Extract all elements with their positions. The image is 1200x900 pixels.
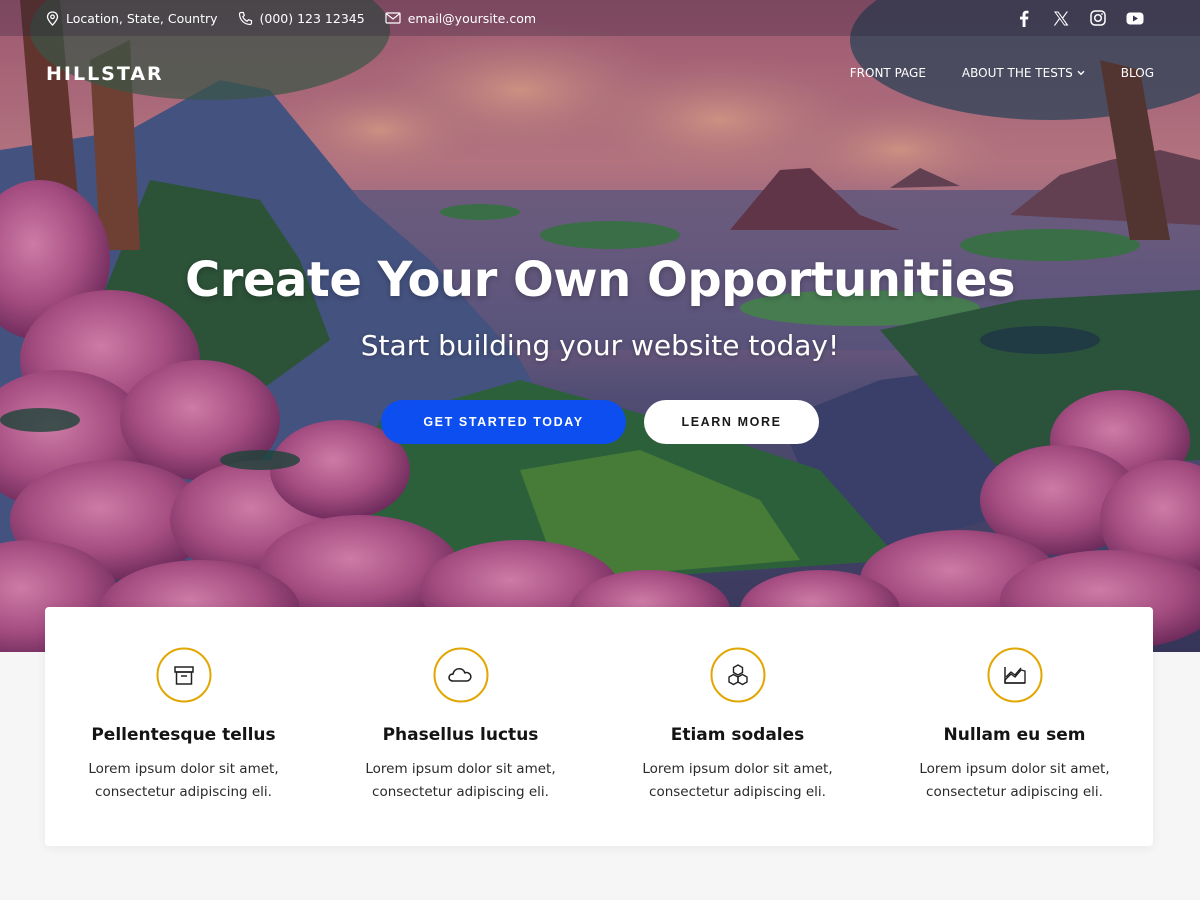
email-item[interactable]: email@yoursite.com [385,11,536,26]
hero-cta-group: GET STARTED TODAY LEARN MORE [0,400,1200,444]
email-text[interactable]: email@yoursite.com [408,11,536,26]
hero-subtitle: Start building your website today! [360,329,840,362]
feature-icon-ring [710,647,766,703]
phone-item[interactable]: (000) 123 12345 [238,11,365,26]
hero-section: Location, State, Country (000) 123 12345… [0,0,1200,652]
feature-icon-ring [156,647,212,703]
feature-description: Lorem ipsum dolor sit amet, consectetur … [361,758,561,804]
instagram-icon[interactable] [1089,9,1107,27]
feature-description: Lorem ipsum dolor sit amet, consectetur … [638,758,838,804]
feature-description-line: consectetur adipiscing eli. [649,784,826,800]
phone-icon [238,11,252,25]
nav-item-label: BLOG [1120,66,1154,80]
chart-icon [987,647,1042,703]
nav-item-front-page[interactable]: FRONT PAGE [850,66,926,80]
location-item: Location, State, Country [46,11,218,26]
top-info-bar: Location, State, Country (000) 123 12345… [0,0,1200,36]
nav-item-about-the-tests[interactable]: ABOUT THE TESTS [962,66,1085,80]
feature-description: Lorem ipsum dolor sit amet, consectetur … [915,758,1115,804]
learn-more-button[interactable]: LEARN MORE [644,400,819,444]
youtube-icon[interactable] [1126,9,1144,27]
feature-description-line: consectetur adipiscing eli. [926,784,1103,800]
feature-title: Etiam sodales [670,725,805,745]
chevron-down-icon [1077,70,1085,76]
map-pin-icon [46,10,59,26]
location-text: Location, State, Country [66,10,218,26]
feature-description-line: Lorem ipsum dolor sit amet, [642,761,833,777]
feature-description: Lorem ipsum dolor sit amet, consectetur … [84,758,284,804]
feature-description-line: consectetur adipiscing eli. [95,784,272,800]
cubes-icon [710,647,765,703]
x-icon[interactable] [1052,9,1070,27]
social-links [1015,0,1144,36]
feature-title: Pellentesque tellus [91,725,276,745]
feature-item: Phasellus luctus Lorem ipsum dolor sit a… [322,607,599,846]
features-card: Pellentesque tellus Lorem ipsum dolor si… [45,607,1153,846]
feature-description-line: consectetur adipiscing eli. [372,784,549,800]
phone-text[interactable]: (000) 123 12345 [260,11,365,26]
feature-description-line: Lorem ipsum dolor sit amet, [919,761,1110,777]
feature-icon-ring [433,647,489,703]
main-header: HILLSTAR FRONT PAGE ABOUT THE TESTS BLOG [0,36,1200,116]
site-logo[interactable]: HILLSTAR [46,63,164,85]
nav-item-blog[interactable]: BLOG [1121,66,1154,80]
get-started-button[interactable]: GET STARTED TODAY [381,400,626,444]
feature-description-line: Lorem ipsum dolor sit amet, [365,761,556,777]
feature-icon-ring [987,647,1043,703]
feature-title: Phasellus luctus [382,725,539,745]
contact-info: Location, State, Country (000) 123 12345… [46,0,556,36]
nav-item-label: FRONT PAGE [849,66,926,80]
hero-title: Create Your Own Opportunities [185,252,1015,308]
archive-box-icon [156,647,211,703]
feature-description-line: Lorem ipsum dolor sit amet, [88,761,279,777]
cloud-icon [433,647,488,703]
feature-item: Nullam eu sem Lorem ipsum dolor sit amet… [876,607,1153,846]
feature-title: Nullam eu sem [943,725,1086,745]
envelope-icon [385,12,401,24]
feature-item: Pellentesque tellus Lorem ipsum dolor si… [45,607,322,846]
feature-item: Etiam sodales Lorem ipsum dolor sit amet… [599,607,876,846]
main-nav: FRONT PAGE ABOUT THE TESTS BLOG [850,66,1154,80]
nav-item-label: ABOUT THE TESTS [961,66,1073,80]
facebook-icon[interactable] [1015,9,1033,27]
